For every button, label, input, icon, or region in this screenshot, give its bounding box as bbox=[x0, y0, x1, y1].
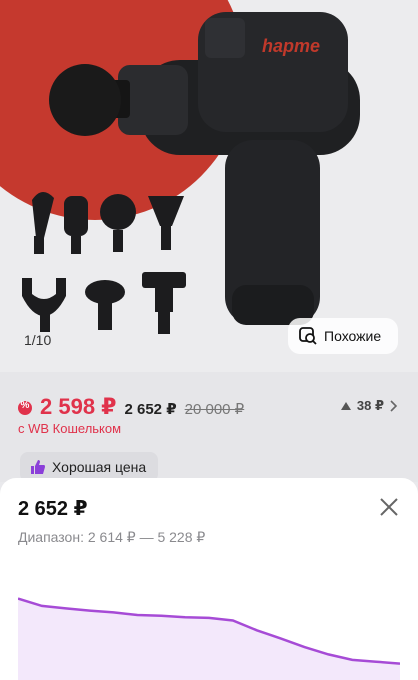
product-image[interactable]: hapme 1/10 Похожие bbox=[0, 0, 418, 372]
similar-search-icon bbox=[299, 327, 317, 345]
similar-button[interactable]: Похожие bbox=[288, 318, 398, 354]
arrow-up-icon bbox=[340, 402, 351, 410]
product-photo: hapme bbox=[0, 0, 418, 372]
thumbs-up-icon bbox=[31, 460, 45, 474]
price-area-fill bbox=[18, 598, 400, 680]
sheet-price-range: Диапазон: 2 614 ₽ — 5 228 ₽ bbox=[18, 529, 206, 545]
regular-price: 2 652 ₽ bbox=[124, 401, 177, 418]
price-change-link[interactable]: 38 ₽ bbox=[340, 398, 398, 414]
price-history-sheet: 2 652 ₽ Диапазон: 2 614 ₽ — 5 228 ₽ bbox=[0, 478, 418, 680]
price-change-text: 38 ₽ bbox=[356, 398, 384, 413]
brand-logo: hapme bbox=[262, 36, 320, 56]
discount-badge-icon bbox=[18, 400, 32, 415]
similar-label: Похожие bbox=[324, 328, 382, 344]
close-icon[interactable] bbox=[378, 496, 400, 518]
sheet-current-price: 2 652 ₽ bbox=[18, 498, 88, 520]
price-history-chart bbox=[18, 597, 400, 680]
price-section: 2 598 ₽ 2 652 ₽ 20 000 ₽ с WB Кошельком … bbox=[0, 372, 418, 482]
wallet-note: с WB Кошельком bbox=[18, 421, 122, 436]
good-price-label: Хорошая цена bbox=[52, 459, 147, 475]
old-price: 20 000 ₽ bbox=[184, 401, 245, 418]
price-row: 2 598 ₽ 2 652 ₽ 20 000 ₽ bbox=[18, 394, 244, 420]
photo-counter: 1/10 bbox=[24, 332, 52, 348]
wallet-price: 2 598 ₽ bbox=[40, 394, 117, 419]
chevron-right-icon bbox=[390, 400, 398, 412]
